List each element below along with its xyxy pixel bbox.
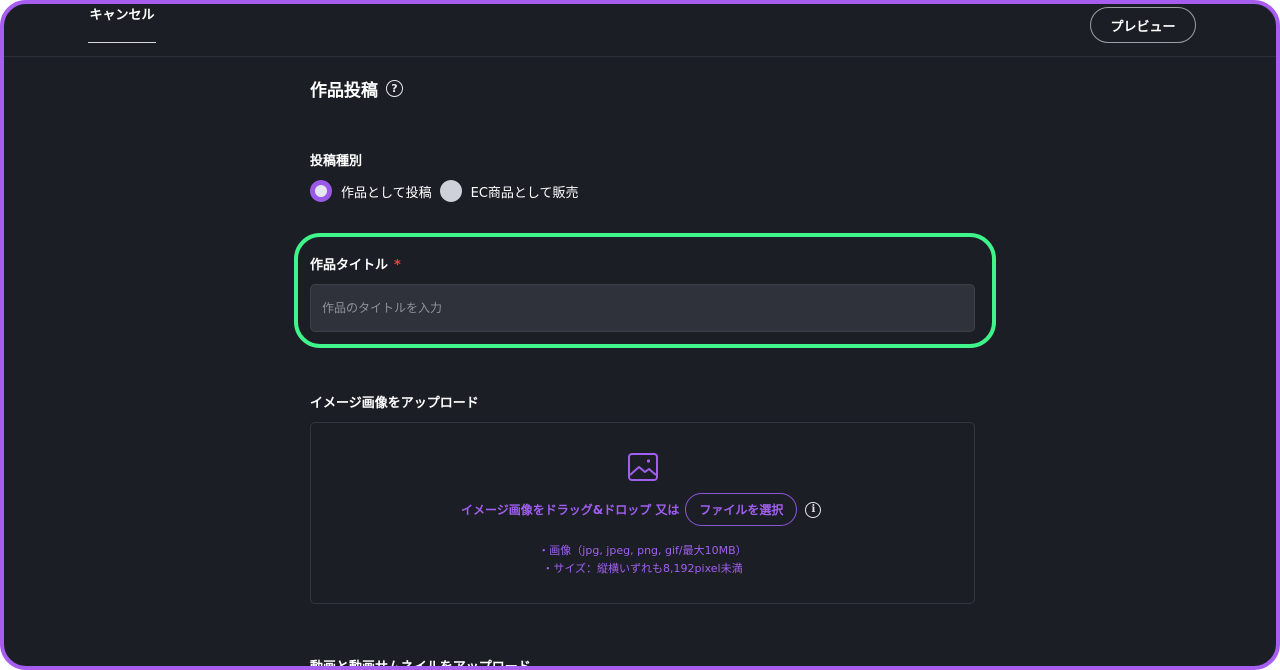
post-type-label: 投稿種別 [310, 154, 363, 169]
help-icon[interactable]: ? [386, 79, 403, 97]
video-upload-label: 動画と動画サムネイルをアップロード [310, 660, 531, 670]
size-note: ・サイズ：縦横いずれも8,192pixel未満 [542, 562, 743, 575]
title-field-label: 作品タイトル * [310, 254, 401, 273]
page-title: 作品投稿 [310, 80, 378, 101]
page-title-row: 作品投稿 ? [310, 76, 403, 101]
image-icon [628, 453, 658, 481]
radio-selected-icon[interactable] [310, 180, 332, 202]
radio-sell-as-ec[interactable]: EC商品として販売 [439, 180, 579, 202]
drop-row: イメージ画像をドラッグ&ドロップ 又は ファイルを選択 i [461, 493, 822, 526]
info-icon[interactable]: i [805, 501, 822, 518]
image-upload-label: イメージ画像をアップロード [310, 396, 479, 411]
required-mark: * [394, 258, 401, 273]
title-input[interactable] [310, 284, 975, 332]
preview-button[interactable]: プレビュー [1090, 7, 1196, 43]
image-dropzone[interactable]: イメージ画像をドラッグ&ドロップ 又は ファイルを選択 i ・画像（jpg, j… [310, 422, 975, 604]
radio-label: 作品として投稿 [341, 185, 432, 201]
title-label-text: 作品タイトル [310, 258, 389, 273]
radio-post-as-work[interactable]: 作品として投稿 [310, 180, 432, 202]
post-type-radio-group: 作品として投稿 EC商品として販売 [310, 180, 587, 202]
select-file-button[interactable]: ファイルを選択 [685, 493, 798, 526]
radio-unselected-icon[interactable] [439, 180, 462, 202]
app-window: キャンセル プレビュー 作品投稿 ? 投稿種別 作品として投稿 EC商品として販… [0, 0, 1280, 670]
format-note: ・画像（jpg, jpeg, png, gif/最大10MB） [538, 544, 747, 557]
top-bar: キャンセル プレビュー [4, 4, 1276, 57]
drop-instruction: イメージ画像をドラッグ&ドロップ 又は [461, 503, 680, 517]
radio-label: EC商品として販売 [470, 185, 579, 201]
cancel-tab[interactable]: キャンセル [88, 4, 156, 43]
